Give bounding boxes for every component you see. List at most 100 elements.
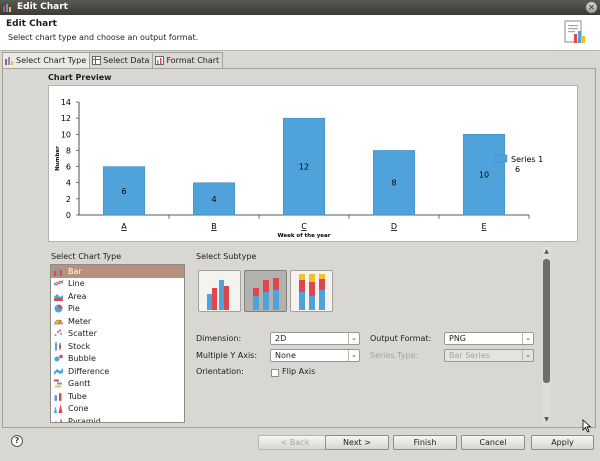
chart-document-icon [564, 20, 585, 43]
chart-type-item-label: Area [68, 291, 87, 301]
side-by-side-bar-icon [207, 280, 229, 310]
series-type-select: Bar Series ⌄ [444, 349, 534, 362]
pyramid-chart-icon [55, 417, 63, 422]
orientation-label: Orientation: [196, 367, 244, 376]
chart-type-icon [5, 57, 13, 65]
chevron-down-icon: ⌄ [522, 350, 533, 361]
difference-chart-icon [54, 367, 63, 375]
subtype-side-by-side[interactable] [198, 270, 241, 312]
chart-type-item-bubble[interactable]: Bubble [51, 353, 184, 366]
y-axis-title: Number [55, 146, 61, 171]
chart-type-item-label: Meter [68, 316, 92, 326]
chart-type-item-label: Tube [68, 391, 87, 401]
tab-select-data[interactable]: Select Data [89, 52, 154, 68]
mouse-pointer-icon [582, 419, 592, 433]
multiple-y-axis-select[interactable]: None ⌄ [270, 349, 360, 362]
y-tick-label: 2 [66, 195, 71, 204]
close-window-button[interactable]: ✕ [586, 2, 597, 13]
chart-type-item-gantt[interactable]: Gantt [51, 378, 184, 391]
tab-label: Format Chart [166, 56, 220, 65]
scroll-down-arrow-icon[interactable]: ▼ [542, 415, 551, 424]
tab-select-chart-type[interactable]: Select Chart Type [2, 52, 91, 68]
multiple-y-axis-value: None [275, 351, 296, 360]
output-format-label: Output Format: [370, 334, 432, 343]
next-button[interactable]: Next > [325, 435, 389, 450]
chart-type-item-pie[interactable]: Pie [51, 303, 184, 316]
cancel-button[interactable]: Cancel [461, 435, 525, 450]
chart-type-item-label: Difference [68, 366, 110, 376]
help-icon: ? [14, 436, 20, 445]
app-chart-icon [3, 4, 11, 12]
y-tick-label: 8 [66, 146, 71, 155]
gantt-chart-icon [54, 379, 62, 388]
select-chart-type-label: Select Chart Type [51, 252, 122, 261]
percent-stacked-bar-icon [299, 274, 325, 310]
chart-type-item-bar[interactable]: Bar [51, 265, 184, 278]
help-button[interactable]: ? [11, 435, 23, 447]
chart-type-item-area[interactable]: Area [51, 290, 184, 303]
chart-type-item-stock[interactable]: Stock [51, 340, 184, 353]
chart-type-item-label: Scatter [68, 329, 97, 339]
line-chart-icon [54, 279, 63, 289]
chart-preview: 0 2 4 6 8 10 12 14 6 A 4 B 12 C 8 D 10 E Week of the year N… [48, 85, 578, 242]
vertical-scrollbar[interactable]: ▲ ▼ [542, 247, 551, 424]
finish-button[interactable]: Finish [393, 435, 457, 450]
chart-preview-label: Chart Preview [48, 73, 112, 82]
chart-type-item-difference[interactable]: Difference [51, 365, 184, 378]
y-tick-label: 10 [61, 130, 71, 139]
chevron-down-icon: ⌄ [348, 350, 359, 361]
bar-data-label: 6 [121, 187, 126, 196]
dimension-label: Dimension: [196, 334, 242, 343]
tab-bar: Select Chart Type Select Data Format Cha… [2, 52, 224, 68]
window-title: Edit Chart [17, 2, 68, 12]
cone-chart-icon [54, 404, 63, 414]
bar-data-label: 10 [479, 171, 489, 180]
bubble-chart-icon [54, 354, 63, 362]
y-tick-label: 14 [61, 98, 71, 107]
bar-chart-icon [54, 267, 62, 276]
close-icon: ✕ [588, 3, 595, 12]
chart-type-item-scatter[interactable]: Scatter [51, 328, 184, 341]
chevron-down-icon: ⌄ [348, 333, 359, 344]
stock-chart-icon [55, 341, 61, 351]
chart-type-item-label: Line [68, 279, 85, 289]
scroll-up-arrow-icon[interactable]: ▲ [542, 247, 551, 256]
output-format-value: PNG [449, 334, 467, 343]
x-tick-label: A [121, 222, 127, 231]
chart-type-item-label: Cone [68, 404, 89, 414]
subtype-stacked[interactable] [244, 270, 287, 312]
chart-type-item-tube[interactable]: Tube [51, 390, 184, 403]
select-subtype-label: Select Subtype [196, 252, 257, 261]
y-tick-label: 0 [66, 211, 71, 220]
subtype-percent-stacked[interactable] [290, 270, 333, 312]
scrollbar-thumb[interactable] [543, 259, 550, 383]
chart-type-item-label: Pyramid [68, 416, 101, 423]
series-type-label: Series Type: [370, 351, 419, 360]
dialog-subtitle: Select chart type and choose an output f… [8, 33, 199, 42]
bar-chart: 0 2 4 6 8 10 12 14 6 A 4 B 12 C 8 D 10 E Week of the year N… [55, 98, 543, 239]
scatter-chart-icon [54, 329, 62, 337]
legend-value: 6 [515, 165, 520, 174]
output-format-select[interactable]: PNG ⌄ [444, 332, 534, 345]
dimension-select[interactable]: 2D ⌄ [270, 332, 360, 345]
pie-chart-icon [54, 304, 63, 313]
chevron-down-icon: ⌄ [522, 333, 533, 344]
apply-button[interactable]: Apply [531, 435, 594, 450]
chart-type-item-line[interactable]: Line [51, 278, 184, 291]
chart-type-item-meter[interactable]: Meter [51, 315, 184, 328]
data-table-icon [92, 56, 102, 65]
tab-format-chart[interactable]: Format Chart [152, 52, 224, 68]
chart-type-list[interactable]: Bar Line Area Pie Meter Scatter Stock Bubble Dif… [50, 264, 185, 423]
chart-type-item-cone[interactable]: Cone [51, 403, 184, 416]
chart-type-item-label: Stock [68, 341, 91, 351]
dimension-value: 2D [275, 334, 287, 343]
series-type-value: Bar Series [449, 351, 490, 360]
tab-label: Select Chart Type [16, 56, 87, 65]
bar-data-label: 8 [391, 179, 396, 188]
x-axis-title: Week of the year [278, 233, 331, 239]
flip-axis-checkbox[interactable] [271, 369, 279, 377]
bar-data-label: 12 [299, 163, 309, 172]
chart-type-item-pyramid[interactable]: Pyramid [51, 415, 184, 423]
legend-label: Series 1 [511, 155, 543, 164]
dialog-title: Edit Chart [6, 19, 57, 29]
